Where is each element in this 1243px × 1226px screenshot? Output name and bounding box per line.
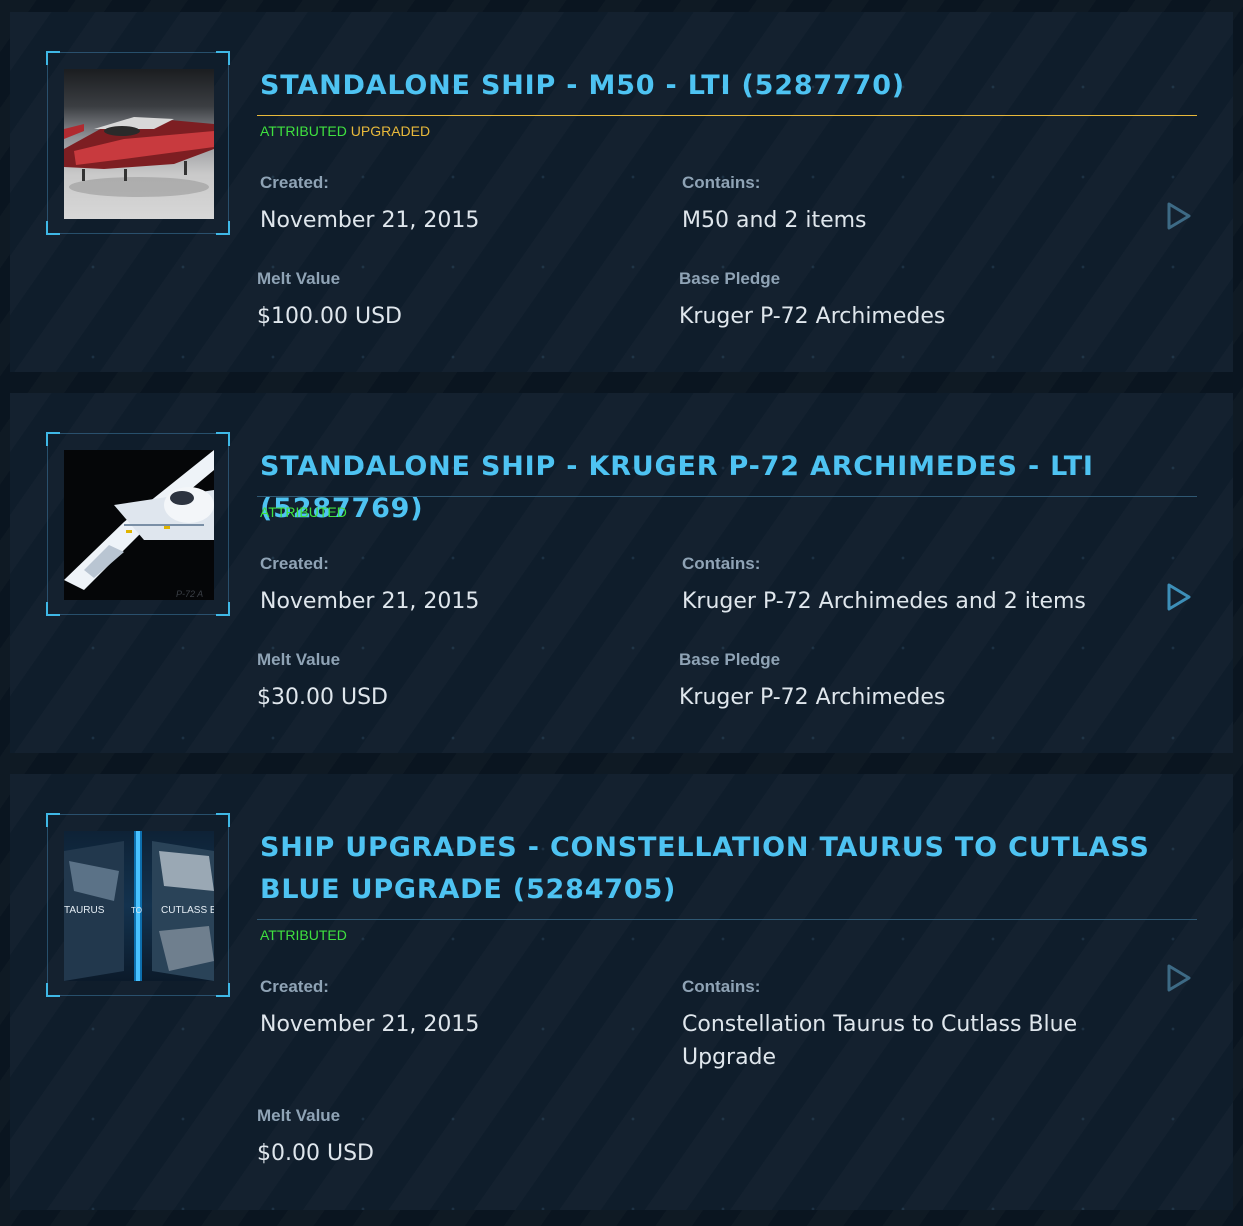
melt-value: $0.00 USD — [257, 1141, 374, 1166]
pledge-title[interactable]: STANDALONE SHIP - M50 - LTI (5287770) — [260, 65, 1200, 107]
base-pledge-value: Kruger P-72 Archimedes — [679, 304, 946, 329]
created-value: November 21, 2015 — [260, 208, 480, 233]
melt-value: $100.00 USD — [257, 304, 402, 329]
created-value: November 21, 2015 — [260, 1012, 480, 1037]
melt-value-label: Melt Value — [257, 650, 341, 669]
created-label: Created: — [260, 554, 329, 573]
melt-value: $30.00 USD — [257, 685, 388, 710]
contains-value: Kruger P-72 Archimedes and 2 items — [682, 589, 1086, 614]
play-icon[interactable] — [1165, 963, 1193, 993]
status-attributed: ATTRIBUTED — [260, 123, 347, 139]
pledge-thumbnail[interactable]: P-72 A — [46, 432, 230, 616]
p72-ship-image: P-72 A — [64, 450, 214, 600]
melt-value-label: Melt Value — [257, 1106, 341, 1125]
play-icon[interactable] — [1165, 201, 1193, 231]
status-badges: ATTRIBUTED — [260, 927, 347, 943]
upgrade-to-label: TO — [131, 906, 142, 915]
pledge-thumbnail[interactable]: TAURUS TO CUTLASS B — [46, 813, 230, 997]
pledge-title[interactable]: SHIP UPGRADES - CONSTELLATION TAURUS TO … — [260, 827, 1200, 911]
contains-value: Constellation Taurus to Cutlass Blue Upg… — [682, 1012, 1078, 1070]
contains-label: Contains: — [682, 173, 761, 192]
title-divider — [257, 496, 1197, 497]
base-pledge-label: Base Pledge — [679, 269, 781, 288]
m50-ship-image — [64, 69, 214, 219]
status-badges: ATTRIBUTED UPGRADED — [260, 123, 430, 139]
contains-label: Contains: — [682, 554, 761, 573]
created-value: November 21, 2015 — [260, 589, 480, 614]
contains-value: M50 and 2 items — [682, 208, 867, 233]
title-divider — [257, 115, 1197, 116]
title-divider — [257, 919, 1197, 920]
base-pledge-value: Kruger P-72 Archimedes — [679, 685, 946, 710]
upgrade-from-label: TAURUS — [64, 905, 105, 916]
status-attributed: ATTRIBUTED — [260, 504, 347, 520]
pledge-card[interactable]: P-72 A STANDALONE SHIP - KRUGER P-72 ARC… — [10, 393, 1233, 753]
created-label: Created: — [260, 173, 329, 192]
pledge-thumbnail[interactable] — [46, 51, 230, 235]
status-badges: ATTRIBUTED — [260, 504, 347, 520]
pledge-card[interactable]: STANDALONE SHIP - M50 - LTI (5287770) AT… — [10, 12, 1233, 372]
melt-value-label: Melt Value — [257, 269, 341, 288]
play-icon[interactable] — [1165, 582, 1193, 612]
base-pledge-label: Base Pledge — [679, 650, 781, 669]
status-upgraded: UPGRADED — [350, 123, 431, 139]
created-label: Created: — [260, 977, 329, 996]
contains-label: Contains: — [682, 977, 761, 996]
status-attributed: ATTRIBUTED — [260, 927, 347, 943]
upgrade-image: TAURUS TO CUTLASS B — [64, 831, 214, 981]
thumbnail-caption: P-72 A — [176, 589, 203, 599]
upgrade-target-label: CUTLASS B — [161, 905, 214, 916]
pledge-title[interactable]: STANDALONE SHIP - KRUGER P-72 ARCHIMEDES… — [260, 446, 1200, 530]
pledge-card[interactable]: TAURUS TO CUTLASS B SHIP UPGRADES - CONS… — [10, 774, 1233, 1210]
